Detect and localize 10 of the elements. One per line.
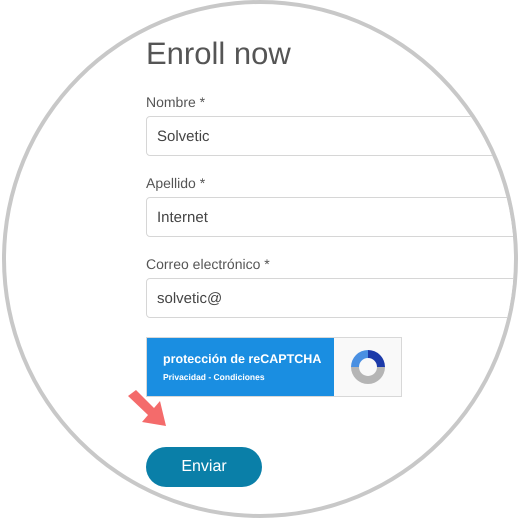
recaptcha-links[interactable]: Privacidad - Condiciones [163,372,334,382]
form-title: Enroll now [146,35,292,73]
input-field[interactable]: solvetic@ [146,278,514,318]
field-label: Correo electrónico * [146,256,271,273]
field-label: Apellido * [146,175,206,192]
input-field[interactable]: Internet [146,197,514,237]
recaptcha-badge[interactable]: protección de reCAPTCHA Privacidad - Condiciones [146,337,402,397]
submit-button[interactable]: Enviar [146,447,262,487]
recaptcha-title: protección de reCAPTCHA [163,352,322,366]
field-label: Nombre * [146,94,206,111]
